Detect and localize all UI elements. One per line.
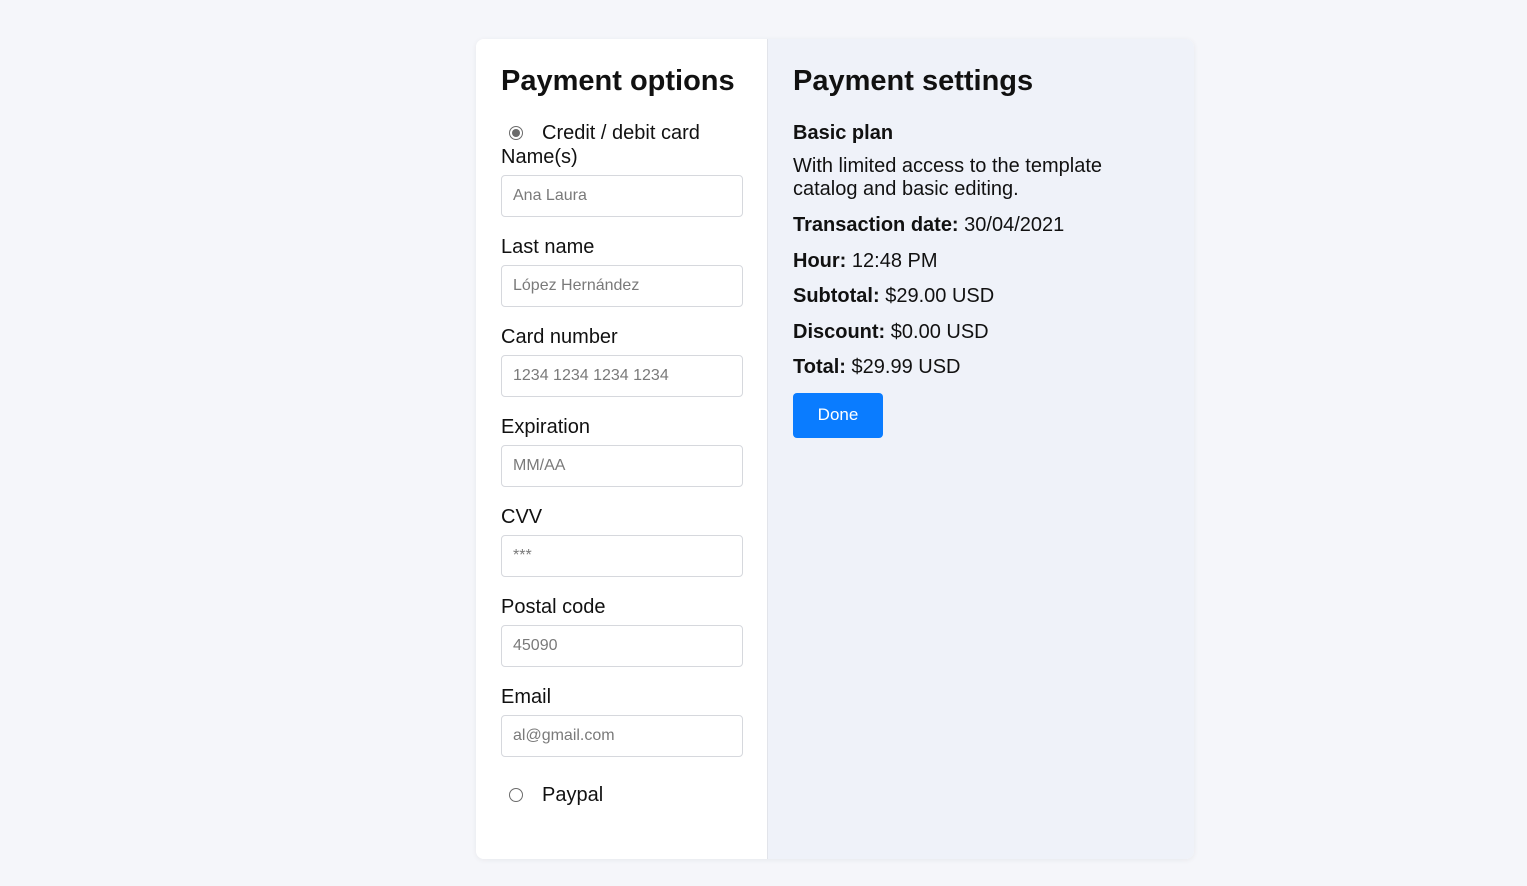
names-label: Name(s): [501, 146, 578, 168]
paypal-option-label: Paypal: [542, 783, 604, 806]
last-name-field-group: Last name: [501, 235, 743, 307]
discount-label: Discount:: [793, 320, 891, 343]
expiration-input[interactable]: [501, 445, 743, 487]
email-field-group: Email: [501, 685, 743, 757]
postal-code-input[interactable]: [501, 625, 743, 667]
expiration-field-group: Expiration: [501, 415, 743, 487]
payment-options-title: Payment options: [501, 65, 735, 97]
hour-value: 12:48 PM: [851, 249, 938, 272]
transaction-date-row: Transaction date: 30/04/2021: [793, 213, 1169, 237]
card-radio[interactable]: [509, 126, 523, 140]
total-row: Total: $29.99 USD: [793, 355, 1169, 379]
email-input[interactable]: [501, 715, 743, 757]
hour-label: Hour:: [793, 249, 852, 272]
card-number-field-group: Card number: [501, 325, 743, 397]
email-label: Email: [501, 686, 552, 708]
cvv-input[interactable]: [501, 535, 743, 577]
payment-card: Payment options Credit / debit card Name…: [476, 39, 1194, 859]
subtotal-label: Subtotal:: [793, 285, 886, 307]
payment-settings-panel: Payment settings Basic plan With limited…: [768, 39, 1194, 859]
names-input[interactable]: [501, 175, 743, 217]
subtotal-value: $29.00 USD: [885, 285, 995, 307]
card-number-label: Card number: [501, 326, 618, 348]
cvv-label: CVV: [501, 506, 543, 528]
plan-description: With limited access to the template cata…: [793, 155, 1103, 200]
paypal-radio[interactable]: [509, 788, 523, 802]
payment-options-panel: Payment options Credit / debit card Name…: [476, 39, 768, 859]
done-button[interactable]: Done: [793, 392, 883, 438]
last-name-label: Last name: [501, 236, 595, 258]
transaction-date-value: 30/04/2021: [964, 214, 1065, 236]
hour-row: Hour: 12:48 PM: [793, 249, 1169, 273]
cvv-field-group: CVV: [501, 505, 743, 577]
subtotal-row: Subtotal: $29.00 USD: [793, 284, 1169, 308]
total-value: $29.99 USD: [851, 356, 961, 378]
expiration-label: Expiration: [501, 416, 590, 438]
postal-code-label: Postal code: [501, 596, 606, 618]
card-option-label: Credit / debit card: [542, 121, 700, 144]
total-label: Total:: [793, 356, 852, 378]
paypal-option[interactable]: Paypal: [501, 783, 742, 807]
transaction-date-label: Transaction date:: [793, 214, 965, 236]
last-name-input[interactable]: [501, 265, 743, 307]
discount-value: $0.00 USD: [890, 320, 989, 343]
discount-row: Discount: $0.00 USD: [793, 320, 1169, 344]
card-option[interactable]: Credit / debit card: [501, 121, 742, 145]
postal-code-field-group: Postal code: [501, 595, 743, 667]
card-number-input[interactable]: [501, 355, 743, 397]
names-field-group: Name(s): [501, 145, 743, 217]
plan-name: Basic plan: [793, 122, 894, 144]
payment-settings-title: Payment settings: [793, 65, 1034, 97]
